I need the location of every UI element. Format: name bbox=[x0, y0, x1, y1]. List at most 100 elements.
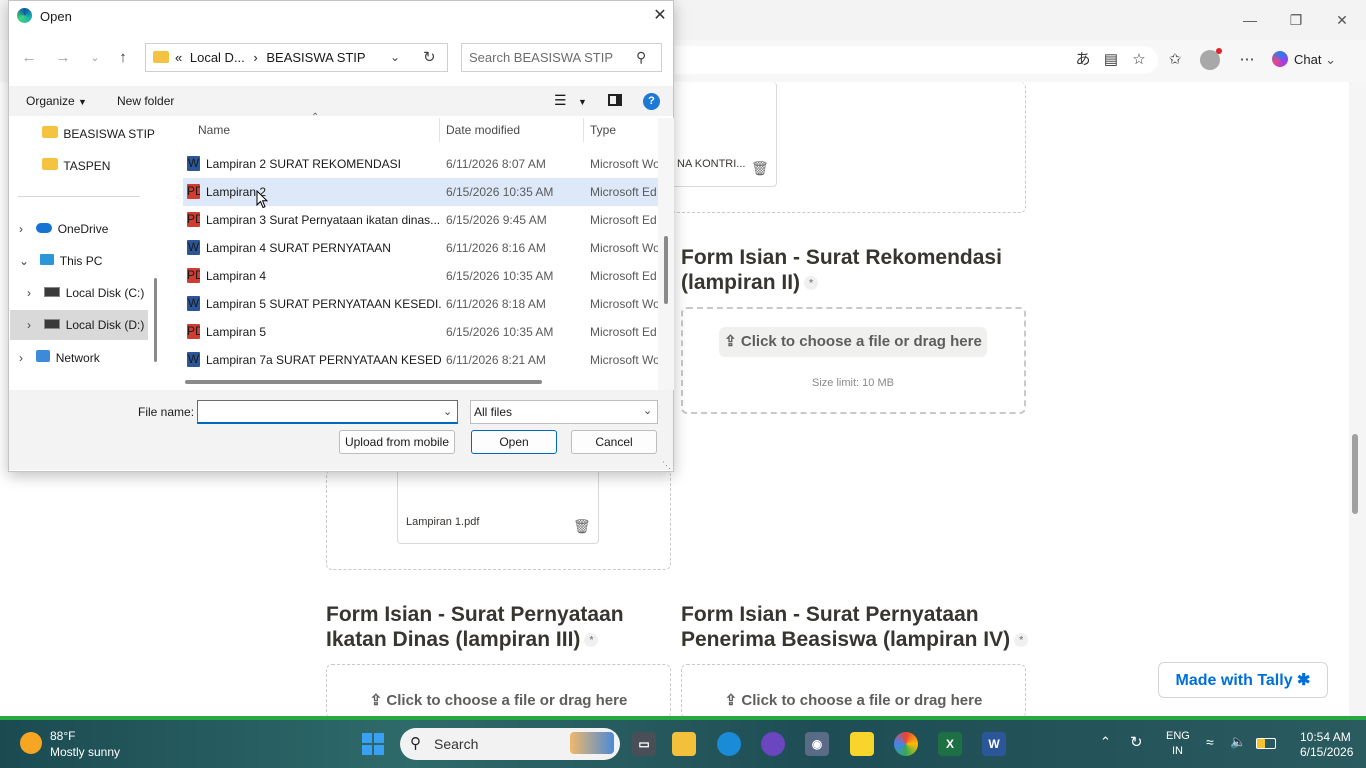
page-scroll-thumb[interactable] bbox=[1352, 434, 1358, 514]
organize-button[interactable]: Organize ▼ bbox=[26, 94, 87, 108]
dialog-close-icon[interactable]: ✕ bbox=[650, 5, 670, 25]
clock-time[interactable]: 10:54 AM bbox=[1300, 730, 1351, 744]
window-close-icon[interactable]: ✕ bbox=[1322, 6, 1362, 34]
edge-browser-icon[interactable] bbox=[717, 732, 741, 756]
copilot-chat-button[interactable]: Chat ⌄ bbox=[1272, 48, 1360, 72]
column-header-type[interactable]: Type bbox=[590, 123, 616, 137]
choose-file-button[interactable]: ⇪ Click to choose a file or drag here bbox=[327, 691, 670, 709]
nav-item-taspen[interactable]: TASPEN bbox=[42, 158, 110, 173]
open-button[interactable]: Open bbox=[471, 430, 557, 454]
nav-item-onedrive[interactable]: › OneDrive bbox=[19, 222, 108, 236]
page-scrollbar[interactable] bbox=[1349, 82, 1366, 716]
file-row[interactable]: W Lampiran 2 SURAT REKOMENDASI 6/11/2026 8… bbox=[183, 150, 658, 178]
file-row[interactable]: W Lampiran 7a SURAT PERNYATAAN KESED... 6/… bbox=[183, 346, 658, 374]
file-row[interactable]: PDF Lampiran 5 6/15/2026 10:35 AM Microsoft… bbox=[183, 318, 658, 346]
file-row[interactable]: W Lampiran 4 SURAT PERNYATAAN 6/11/2026 8:… bbox=[183, 234, 658, 262]
column-header-date-modified[interactable]: Date modified bbox=[446, 123, 520, 137]
breadcrumb-item-beasiswa[interactable]: BEASISWA STIP bbox=[266, 50, 365, 65]
made-with-tally-label: Made with Tally bbox=[1175, 672, 1293, 689]
breadcrumb-item-local-disk[interactable]: Local D... bbox=[190, 50, 245, 65]
preview-pane-icon[interactable] bbox=[608, 94, 622, 106]
file-row[interactable]: PDF Lampiran 3 Surat Pernyataan ikatan di… bbox=[183, 206, 658, 234]
breadcrumb-dropdown-icon[interactable]: ⌄ bbox=[390, 50, 400, 64]
sticky-notes-icon[interactable] bbox=[850, 732, 874, 756]
file-explorer-icon[interactable] bbox=[672, 732, 696, 756]
file-row[interactable]: W Lampiran 5 SURAT PERNYATAAN KESEDI... 6/… bbox=[183, 290, 658, 318]
weather-temperature[interactable]: 88°F bbox=[50, 729, 75, 743]
forward-arrow-icon[interactable]: → bbox=[52, 48, 74, 68]
word-icon[interactable]: W bbox=[982, 732, 1006, 756]
chevron-right-icon[interactable]: › bbox=[27, 318, 31, 332]
file-row[interactable]: PDF Lampiran 2 6/15/2026 10:35 AM Microsoft… bbox=[183, 178, 658, 206]
column-divider[interactable] bbox=[583, 118, 584, 142]
sync-icon[interactable]: ↻ bbox=[1130, 733, 1143, 751]
view-options-icon[interactable]: ☰ bbox=[554, 92, 567, 109]
chrome-icon[interactable] bbox=[894, 732, 918, 756]
windows-start-icon[interactable] bbox=[362, 733, 384, 755]
file-type-select[interactable]: All files ⌄ bbox=[470, 400, 658, 424]
language-indicator[interactable]: ENG bbox=[1166, 730, 1190, 742]
reader-view-icon[interactable]: ▤ bbox=[1100, 50, 1122, 70]
excel-icon[interactable]: X bbox=[938, 732, 962, 756]
chevron-down-icon[interactable]: ⌄ bbox=[19, 254, 29, 268]
wifi-icon[interactable]: ≈ bbox=[1206, 734, 1214, 750]
back-arrow-icon[interactable]: ← bbox=[18, 48, 40, 68]
language-region[interactable]: IN bbox=[1172, 745, 1183, 757]
search-icon[interactable]: ⚲ bbox=[636, 49, 646, 66]
file-name: Lampiran 5 SURAT PERNYATAAN KESEDI... bbox=[206, 297, 441, 311]
upload-from-mobile-button[interactable]: Upload from mobile bbox=[339, 430, 455, 454]
form-title-lampiran-4: Form Isian - Surat Pernyataan Penerima B… bbox=[681, 602, 1041, 652]
chevron-right-icon[interactable]: › bbox=[19, 351, 23, 365]
nav-item-this-pc[interactable]: ⌄ This PC bbox=[19, 254, 102, 268]
cancel-button[interactable]: Cancel bbox=[571, 430, 657, 454]
refresh-icon[interactable]: ↻ bbox=[423, 48, 436, 66]
file-row[interactable]: PDF Lampiran 4 6/15/2026 10:35 AM Microsoft… bbox=[183, 262, 658, 290]
pdf-icon: PDF bbox=[187, 184, 200, 199]
trash-icon[interactable]: 🗑 bbox=[573, 518, 591, 535]
nav-item-local-disk-d[interactable]: › Local Disk (D:) bbox=[27, 318, 144, 332]
chevron-right-icon[interactable]: › bbox=[27, 286, 31, 300]
file-name: Lampiran 5 bbox=[206, 325, 267, 339]
help-icon[interactable]: ? bbox=[643, 93, 660, 110]
battery-icon[interactable] bbox=[1256, 738, 1276, 749]
made-with-tally-button[interactable]: Made with Tally ✱ bbox=[1158, 662, 1328, 698]
column-header-name[interactable]: Name bbox=[198, 123, 230, 137]
weather-description[interactable]: Mostly sunny bbox=[50, 745, 120, 759]
restore-icon[interactable]: ❐ bbox=[1276, 6, 1316, 34]
resize-grip-icon[interactable]: ⋱ bbox=[662, 460, 671, 471]
choose-file-button[interactable]: ⇪ Click to choose a file or drag here bbox=[719, 327, 987, 357]
more-icon[interactable]: ⋯ bbox=[1236, 50, 1258, 70]
volume-icon[interactable]: 🔈 bbox=[1230, 734, 1246, 750]
weather-sun-icon[interactable] bbox=[20, 732, 42, 754]
clock-date[interactable]: 6/15/2026 bbox=[1300, 745, 1353, 759]
minimize-icon[interactable]: — bbox=[1230, 6, 1270, 34]
show-hidden-icons-chevron[interactable]: ⌃ bbox=[1100, 734, 1111, 750]
chevron-right-icon[interactable]: › bbox=[19, 222, 23, 236]
file-name-dropdown-icon[interactable]: ⌄ bbox=[443, 405, 452, 418]
nav-item-beasiswa-stip[interactable]: BEASISWA STIP bbox=[42, 126, 155, 141]
file-list-scroll-thumb[interactable] bbox=[664, 236, 668, 304]
breadcrumb-overflow[interactable]: « bbox=[175, 50, 182, 65]
nav-scrollbar-thumb[interactable] bbox=[154, 278, 157, 362]
new-folder-button[interactable]: New folder bbox=[117, 94, 174, 108]
upload-zone-lampiran-2[interactable] bbox=[681, 307, 1026, 414]
file-list-hscroll-thumb[interactable] bbox=[185, 380, 542, 384]
copilot-app-icon[interactable] bbox=[761, 732, 785, 756]
favorite-star-icon[interactable]: ☆ bbox=[1128, 50, 1150, 70]
recent-locations-chevron-icon[interactable]: ⌄ bbox=[84, 48, 106, 68]
task-view-icon[interactable]: ▭ bbox=[632, 732, 656, 756]
file-list-header bbox=[165, 118, 658, 142]
upload-zone-lampiran-4[interactable]: ⇪ Click to choose a file or drag here bbox=[681, 664, 1026, 718]
nav-item-network[interactable]: › Network bbox=[19, 350, 100, 365]
read-aloud-icon[interactable]: あ bbox=[1072, 50, 1094, 70]
up-arrow-icon[interactable]: ↑ bbox=[112, 48, 134, 68]
choose-file-button[interactable]: ⇪ Click to choose a file or drag here bbox=[682, 691, 1025, 709]
camera-app-icon[interactable]: ◉ bbox=[805, 732, 829, 756]
file-name-input[interactable] bbox=[197, 400, 458, 424]
trash-icon[interactable]: 🗑 bbox=[751, 160, 769, 177]
upload-zone-lampiran-3[interactable]: ⇪ Click to choose a file or drag here bbox=[326, 664, 671, 718]
view-dropdown-icon[interactable]: ▼ bbox=[578, 97, 587, 107]
column-divider[interactable] bbox=[439, 118, 440, 142]
nav-item-local-disk-c[interactable]: › Local Disk (C:) bbox=[27, 286, 144, 300]
favorites-icon[interactable]: ✩ bbox=[1164, 50, 1186, 70]
